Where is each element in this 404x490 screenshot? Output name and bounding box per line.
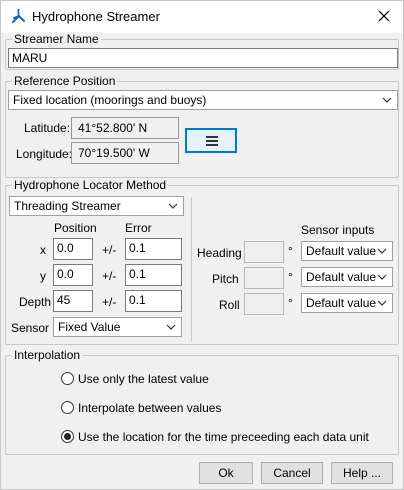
- depth-position-input[interactable]: 45: [53, 290, 93, 312]
- y-position-input[interactable]: 0.0: [53, 264, 93, 286]
- pitch-source-select[interactable]: Default value: [301, 267, 393, 287]
- longitude-label: Longitude:: [16, 147, 73, 161]
- dialog-window: Hydrophone Streamer Streamer Name MARU R…: [0, 0, 404, 490]
- locator-divider: [191, 197, 192, 341]
- locator-method-legend: Hydrophone Locator Method: [12, 178, 169, 192]
- locator-method-select[interactable]: Threading Streamer: [9, 196, 184, 216]
- x-label: x: [40, 243, 46, 257]
- chevron-down-icon: [377, 248, 387, 254]
- roll-label: Roll: [219, 298, 240, 312]
- help-button[interactable]: Help ...: [331, 462, 393, 484]
- pitch-label: Pitch: [212, 272, 239, 286]
- longitude-value: 70°19.500' W: [71, 142, 179, 164]
- y-error-input[interactable]: 0.1: [125, 264, 182, 286]
- java-icon: [12, 8, 25, 23]
- interpolation-legend: Interpolation: [12, 348, 83, 362]
- chevron-down-icon: [377, 300, 387, 306]
- heading-unit: °: [288, 244, 293, 258]
- roll-input: [244, 293, 284, 315]
- latitude-label: Latitude:: [24, 121, 71, 135]
- position-header: Position: [54, 221, 97, 235]
- roll-source-value: Default value: [306, 296, 377, 310]
- radio-preceeding-time-label[interactable]: Use the location for the time preceeding…: [78, 430, 369, 444]
- locator-method-value: Threading Streamer: [14, 199, 121, 213]
- sensor-value: Fixed Value: [58, 320, 121, 334]
- radio-latest-value[interactable]: [61, 372, 74, 385]
- y-plus-minus: +/-: [102, 269, 117, 283]
- radio-interpolate-label[interactable]: Interpolate between values: [78, 401, 221, 415]
- reference-position-legend: Reference Position: [12, 74, 118, 88]
- sensor-label: Sensor: [11, 321, 50, 335]
- roll-source-select[interactable]: Default value: [301, 293, 393, 313]
- pitch-unit: °: [288, 270, 293, 284]
- chevron-down-icon: [377, 274, 387, 280]
- heading-label: Heading: [197, 246, 242, 260]
- radio-preceeding-time[interactable]: [61, 430, 74, 443]
- depth-label: Depth: [19, 295, 52, 309]
- pitch-input: [244, 267, 284, 289]
- window-title: Hydrophone Streamer: [32, 9, 160, 24]
- x-position-input[interactable]: 0.0: [53, 238, 93, 260]
- heading-input: [244, 241, 284, 263]
- chevron-down-icon: [168, 203, 178, 209]
- position-menu-button[interactable]: [185, 128, 237, 153]
- pitch-source-value: Default value: [306, 270, 377, 284]
- heading-source-select[interactable]: Default value: [301, 241, 393, 261]
- roll-unit: °: [288, 296, 293, 310]
- x-error-input[interactable]: 0.1: [125, 238, 182, 260]
- radio-interpolate[interactable]: [61, 401, 74, 414]
- sensor-select[interactable]: Fixed Value: [53, 317, 182, 337]
- reference-method-value: Fixed location (moorings and buoys): [13, 93, 207, 107]
- ok-button[interactable]: Ok: [199, 462, 253, 484]
- latitude-value: 41°52.800' N: [71, 117, 179, 139]
- chevron-down-icon: [382, 97, 392, 103]
- streamer-name-legend: Streamer Name: [12, 32, 101, 46]
- depth-error-input[interactable]: 0.1: [125, 290, 182, 312]
- x-plus-minus: +/-: [102, 243, 117, 257]
- y-label: y: [40, 269, 46, 283]
- chevron-down-icon: [166, 324, 176, 330]
- heading-source-value: Default value: [306, 244, 377, 258]
- radio-latest-value-label[interactable]: Use only the latest value: [78, 372, 209, 386]
- streamer-name-input[interactable]: MARU: [8, 48, 398, 68]
- depth-plus-minus: +/-: [102, 295, 117, 309]
- close-icon[interactable]: [375, 7, 393, 25]
- title-bar[interactable]: Hydrophone Streamer: [1, 1, 403, 33]
- reference-method-select[interactable]: Fixed location (moorings and buoys): [8, 90, 398, 110]
- cancel-button[interactable]: Cancel: [261, 462, 323, 484]
- error-header: Error: [125, 221, 152, 235]
- sensor-inputs-header: Sensor inputs: [301, 223, 375, 237]
